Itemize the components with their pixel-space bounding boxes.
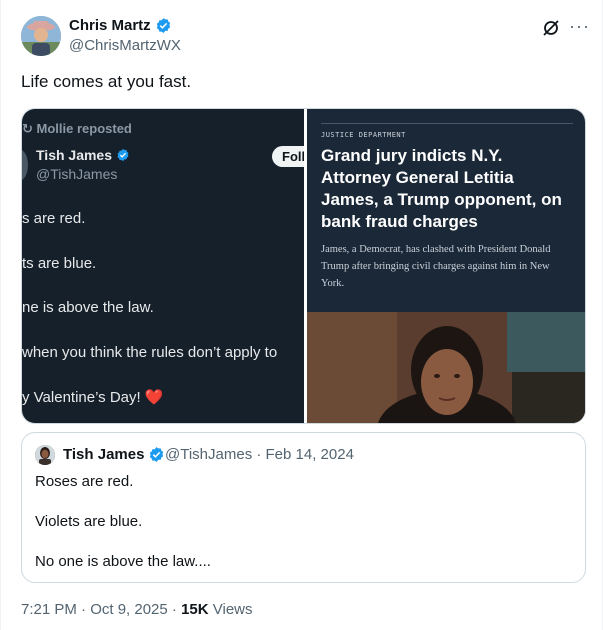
media-avatar — [22, 149, 28, 181]
more-icon[interactable]: ··· — [569, 16, 590, 37]
quoted-handle-date: @TishJames · Feb 14, 2024 — [165, 446, 354, 463]
quoted-tweet[interactable]: Tish James @TishJames · Feb 14, 2024 Ros… — [21, 432, 586, 583]
views-label: Views — [208, 601, 253, 618]
verified-badge-icon — [150, 447, 164, 462]
media-screenshot-left[interactable]: ↻ Mollie reposted Tish James @TishJames … — [22, 109, 304, 423]
quoted-author-name-text: Tish James — [63, 446, 145, 463]
repost-icon: ↻ — [22, 121, 37, 136]
repost-label-text: Mollie reposted — [36, 121, 132, 136]
media-attachment[interactable]: ↻ Mollie reposted Tish James @TishJames … — [21, 108, 586, 424]
quoted-author-avatar — [35, 445, 55, 465]
media-text-line: ts are blue. — [22, 255, 97, 272]
media-text-line: s are red. — [22, 210, 86, 227]
tweet-card: Chris Martz @ChrisMartzWX ··· Life comes… — [0, 0, 603, 630]
article-dek: James, a Democrat, has clashed with Pres… — [321, 244, 551, 289]
author-avatar[interactable] — [21, 16, 61, 56]
quoted-author-name: Tish James — [63, 446, 165, 463]
verified-badge-icon — [156, 18, 170, 33]
media-author-name-text: Tish James — [36, 147, 113, 163]
quoted-text-line: Violets are blue. — [35, 513, 143, 530]
grok-icon[interactable] — [541, 18, 561, 38]
repost-label: ↻ Mollie reposted — [22, 121, 132, 137]
media-author-handle: @TishJames — [36, 166, 118, 182]
article-headline: Grand jury indicts N.Y. Attorney General… — [321, 146, 562, 231]
article-photo — [307, 312, 585, 423]
tweet-text: Life comes at you fast. — [21, 72, 192, 91]
media-text-line: y Valentine’s Day! ❤️ — [22, 389, 164, 406]
author-handle[interactable]: @ChrisMartzWX — [69, 37, 181, 54]
quoted-text-line: No one is above the law.... — [35, 553, 211, 570]
article-kicker: JUSTICE DEPARTMENT — [321, 131, 406, 139]
media-author-name: Tish James — [36, 147, 130, 163]
author-name-text[interactable]: Chris Martz — [69, 17, 151, 34]
tweet-meta: 7:21 PM · Oct 9, 2025 · 15K Views — [21, 601, 253, 618]
media-text-line: ne is above the law. — [22, 299, 154, 316]
views-count: 15K — [181, 601, 209, 618]
timestamp[interactable]: 7:21 PM · Oct 9, 2025 · — [21, 601, 181, 618]
article-rule — [321, 123, 573, 124]
follow-button: Foll — [272, 146, 304, 167]
verified-badge-icon — [117, 148, 129, 162]
media-screenshot-right[interactable]: JUSTICE DEPARTMENT Grand jury indicts N.… — [307, 109, 585, 423]
media-text-line: when you think the rules don’t apply to — [22, 344, 278, 361]
author-name[interactable]: Chris Martz — [69, 17, 172, 34]
quoted-text-line: Roses are red. — [35, 473, 134, 490]
